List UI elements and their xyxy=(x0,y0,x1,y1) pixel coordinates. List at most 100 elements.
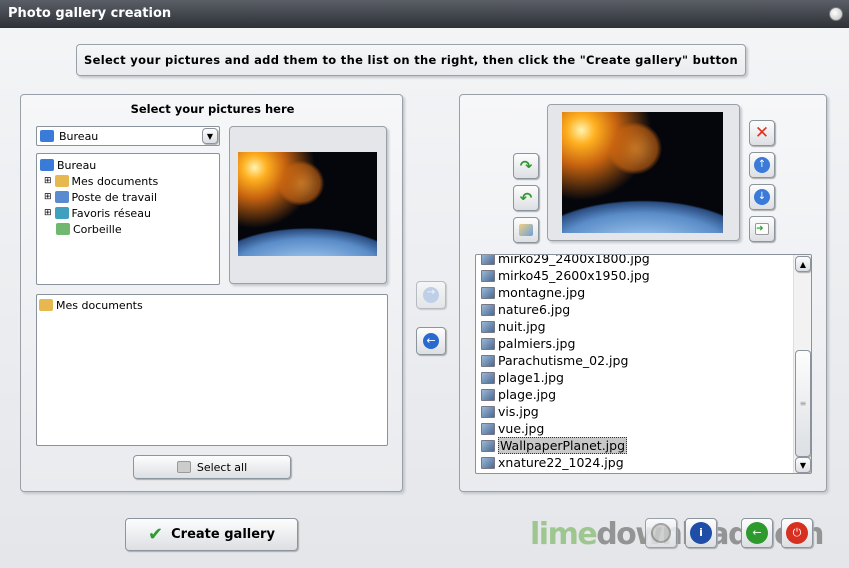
desktop-icon xyxy=(40,130,54,142)
info-icon: i xyxy=(690,522,712,544)
file-name: vue.jpg xyxy=(498,421,545,436)
tree-label: Mes documents xyxy=(71,174,159,188)
gallery-list-item[interactable]: plage.jpg xyxy=(476,386,811,403)
back-button[interactable]: ← xyxy=(741,518,773,548)
file-name: vis.jpg xyxy=(498,404,539,419)
image-file-icon xyxy=(481,388,495,401)
rotate-right-button[interactable]: ↷ xyxy=(513,153,539,179)
image-file-icon xyxy=(481,337,495,350)
select-all-button[interactable]: Select all xyxy=(133,455,291,479)
scroll-down-arrow[interactable]: ▼ xyxy=(795,457,811,473)
gallery-list-item[interactable]: vis.jpg xyxy=(476,403,811,420)
info-button[interactable]: i xyxy=(685,518,717,548)
image-file-icon xyxy=(481,320,495,333)
gallery-file-list[interactable]: mirko29_2400x1800.jpg mirko45_2600x1950.j… xyxy=(475,254,812,474)
arrow-left-icon: ← xyxy=(746,522,768,544)
scroll-up-arrow[interactable]: ▲ xyxy=(795,256,811,272)
file-name: plage.jpg xyxy=(498,387,557,402)
tree-label: Favoris réseau xyxy=(71,206,151,220)
image-file-icon xyxy=(481,255,495,265)
file-list[interactable]: Mes documents xyxy=(36,294,388,446)
location-select-value: Bureau xyxy=(59,129,99,143)
window-title: Photo gallery creation xyxy=(8,6,172,21)
folder-icon xyxy=(39,299,53,311)
image-file-icon xyxy=(481,286,495,299)
source-preview-image xyxy=(238,152,377,256)
expand-icon[interactable]: ⊞ xyxy=(44,208,52,218)
arrow-left-icon: ← xyxy=(423,333,439,349)
gallery-list-item[interactable]: nuit.jpg xyxy=(476,318,811,335)
recycle-bin-icon xyxy=(56,223,70,235)
create-gallery-label: Create gallery xyxy=(171,527,275,542)
add-to-list-button[interactable]: → xyxy=(416,281,446,309)
insert-button[interactable]: ➜ xyxy=(749,216,775,242)
gallery-list-item[interactable]: mirko29_2400x1800.jpg xyxy=(476,255,811,267)
image-file-icon xyxy=(481,303,495,316)
image-edit-icon xyxy=(519,224,533,236)
file-item[interactable]: Mes documents xyxy=(39,297,385,313)
insert-page-icon: ➜ xyxy=(755,223,769,235)
gallery-preview-image xyxy=(562,112,723,233)
select-all-label: Select all xyxy=(196,460,248,474)
move-down-button[interactable]: ↓ xyxy=(749,184,775,210)
file-name: mirko45_2600x1950.jpg xyxy=(498,268,650,283)
gallery-list-item[interactable]: plage1.jpg xyxy=(476,369,811,386)
chevron-down-icon[interactable]: ▼ xyxy=(202,128,218,144)
expand-icon[interactable]: ⊞ xyxy=(44,192,52,202)
gallery-list-item[interactable]: vue.jpg xyxy=(476,420,811,437)
file-name: nuit.jpg xyxy=(498,319,546,334)
rotate-right-icon: ↷ xyxy=(519,157,533,175)
folder-tree[interactable]: Bureau ⊞ Mes documents ⊞ Poste de travail … xyxy=(36,153,220,285)
gear-icon xyxy=(651,523,671,543)
tree-item-bureau[interactable]: Bureau xyxy=(40,157,216,173)
folder-icon xyxy=(54,175,69,187)
image-file-icon xyxy=(481,439,495,452)
file-name: WallpaperPlanet.jpg xyxy=(498,437,628,454)
desktop-icon xyxy=(40,159,54,171)
location-select[interactable]: Bureau ▼ xyxy=(36,126,220,146)
close-icon[interactable] xyxy=(829,7,843,21)
remove-from-list-button[interactable]: ← xyxy=(416,327,446,355)
edit-image-button[interactable] xyxy=(513,217,539,243)
tree-item-corbeille[interactable]: Corbeille xyxy=(40,221,216,237)
network-icon xyxy=(54,207,69,219)
delete-button[interactable]: ✕ xyxy=(749,120,775,146)
tree-label: Bureau xyxy=(57,158,97,172)
move-up-button[interactable]: ↑ xyxy=(749,152,775,178)
gallery-list-item[interactable]: palmiers.jpg xyxy=(476,335,811,352)
file-name: palmiers.jpg xyxy=(498,336,576,351)
gallery-list-item[interactable]: montagne.jpg xyxy=(476,284,811,301)
file-label: Mes documents xyxy=(56,298,143,312)
expand-icon[interactable]: ⊞ xyxy=(44,176,52,186)
gallery-list-item[interactable]: mirko45_2600x1950.jpg xyxy=(476,267,811,284)
select-all-icon xyxy=(176,461,191,473)
rotate-left-button[interactable]: ↶ xyxy=(513,185,539,211)
tree-item-mes-documents[interactable]: ⊞ Mes documents xyxy=(40,173,216,189)
rotate-left-icon: ↶ xyxy=(519,189,533,207)
tree-item-poste-de-travail[interactable]: ⊞ Poste de travail xyxy=(40,189,216,205)
quit-button[interactable]: ⏻ xyxy=(781,518,813,548)
scroll-thumb[interactable]: ≡ xyxy=(795,350,811,457)
image-file-icon xyxy=(481,371,495,384)
tree-item-favoris-reseau[interactable]: ⊞ Favoris réseau xyxy=(40,205,216,221)
computer-icon xyxy=(54,191,69,203)
delete-x-icon: ✕ xyxy=(754,123,770,143)
source-preview-frame xyxy=(229,126,387,284)
create-gallery-button[interactable]: ✔ Create gallery xyxy=(125,518,298,551)
file-name: xnature22_1024.jpg xyxy=(498,455,624,470)
gallery-list-item[interactable]: WallpaperPlanet.jpg xyxy=(476,437,811,454)
image-file-icon xyxy=(481,354,495,367)
scrollbar[interactable]: ▲ ≡ ▼ xyxy=(793,255,811,473)
gallery-list-item[interactable]: xnature22_1024.jpg xyxy=(476,454,811,471)
gallery-preview-frame xyxy=(547,104,740,241)
tree-label: Poste de travail xyxy=(71,190,158,204)
tree-label: Corbeille xyxy=(73,222,122,236)
source-heading: Select your pictures here xyxy=(130,102,295,116)
gallery-list-item[interactable]: nature6.jpg xyxy=(476,301,811,318)
settings-button[interactable] xyxy=(645,518,677,548)
arrow-up-icon: ↑ xyxy=(754,157,770,173)
power-icon: ⏻ xyxy=(786,522,808,544)
source-panel: Select your pictures here Bureau ▼ Burea… xyxy=(20,94,403,492)
arrow-right-icon: → xyxy=(423,287,439,303)
gallery-list-item[interactable]: Parachutisme_02.jpg xyxy=(476,352,811,369)
